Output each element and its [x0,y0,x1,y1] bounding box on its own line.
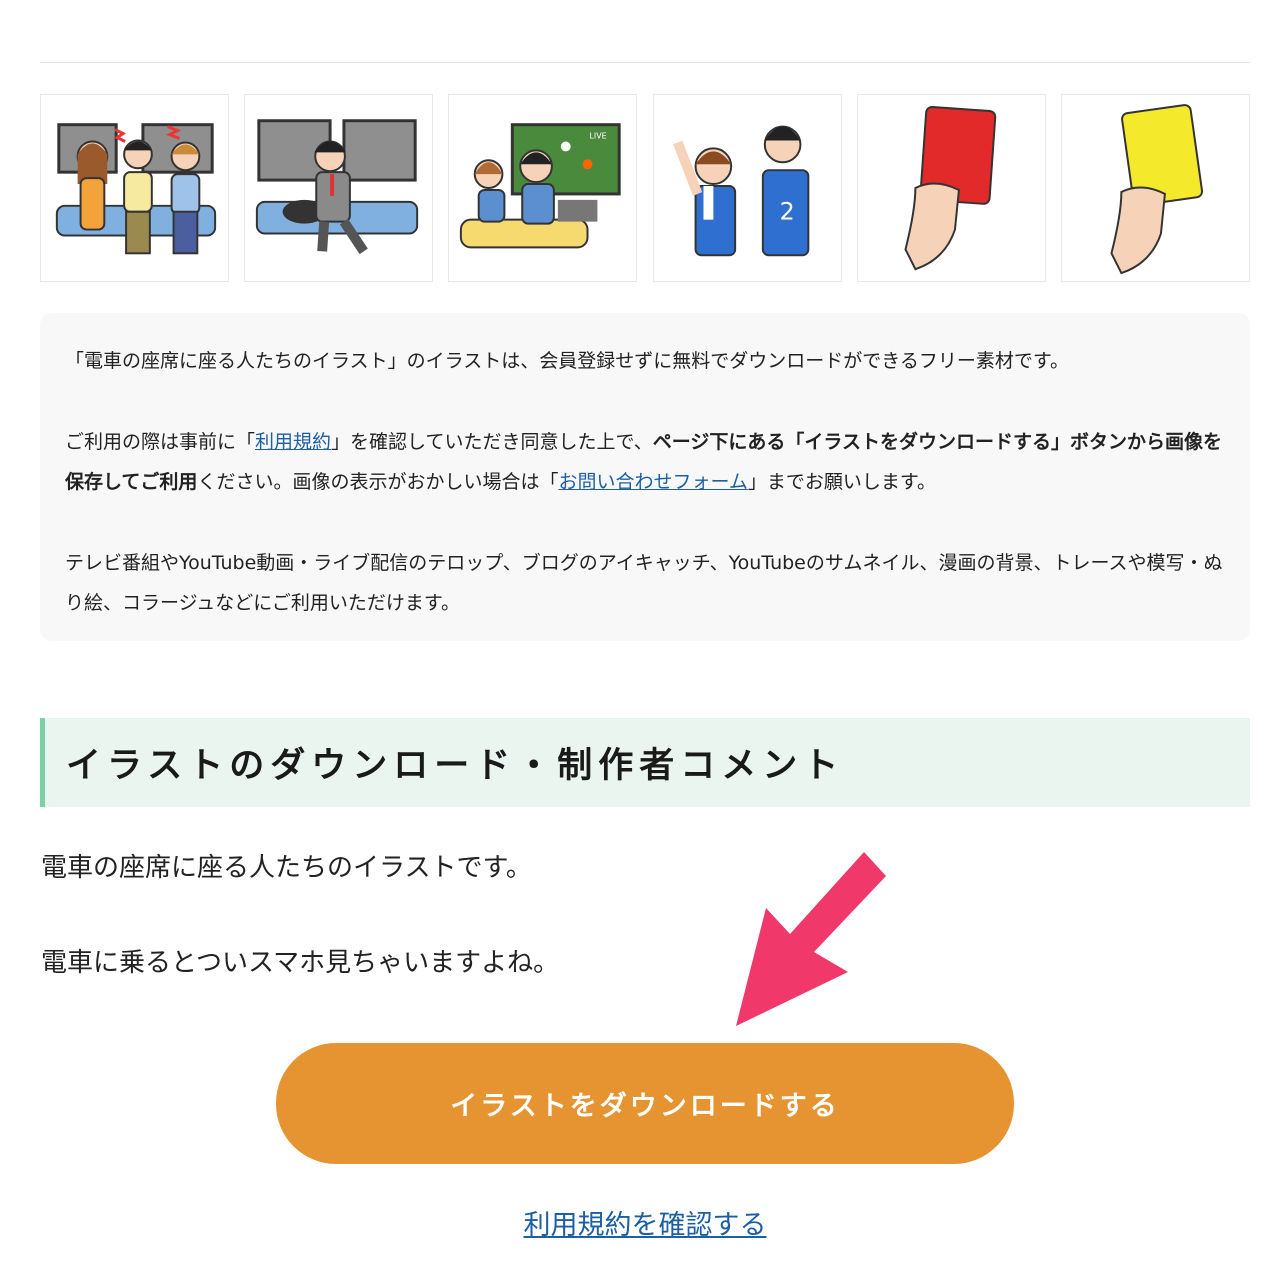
description-paragraph-3: テレビ番組やYouTube動画・ライブ配信のテロップ、ブログのアイキャッチ、Yo… [65,552,1223,614]
check-terms-link[interactable]: 利用規約を確認する [0,1203,1280,1242]
related-illustrations: LIVE 2 [40,94,1250,282]
usage-description-box: 「電車の座席に座る人たちのイラスト」のイラストは、会員登録せずに無料でダウンロー… [40,313,1250,641]
description-text: ください。画像の表示がおかしい場合は「 [197,471,559,493]
thumbnail-watching-soccer[interactable]: LIVE [448,94,638,282]
description-text: 」を確認していただき同意した上で、 [331,431,653,453]
section-heading: イラストのダウンロード・制作者コメント [40,718,1250,807]
section-heading-text: イラストのダウンロード・制作者コメント [66,746,845,786]
terms-inline-link[interactable]: 利用規約 [255,431,331,453]
thumbnail-businessman-sleeping[interactable] [244,94,434,282]
businessman-sleeping-icon [256,119,419,255]
svg-text:2: 2 [779,198,794,226]
watching-soccer-icon: LIVE [460,123,622,249]
thumbnail-yellow-card[interactable] [1060,94,1250,282]
yellow-card-icon [1110,104,1203,275]
thumbnail-red-card[interactable] [856,94,1046,282]
description-paragraph-2: ご利用の際は事前に「利用規約」を確認していただき同意した上で、ページ下にある「イ… [65,422,1226,502]
soccer-fans-icon: 2 [672,125,809,257]
description-text: 」までお願いします。 [747,471,936,493]
download-illustration-button[interactable]: イラストをダウンロードする [276,1043,1014,1164]
train-passengers-icon [55,123,217,255]
contact-form-link[interactable]: お問い合わせフォーム [558,471,747,493]
red-card-icon [904,106,996,271]
description-text: ご利用の際は事前に「 [65,431,256,453]
creator-comment-2: 電車に乗るとついスマホ見ちゃいますよね。 [41,948,560,978]
thumbnail-train-passengers[interactable] [40,94,229,282]
top-divider [40,62,1250,63]
pointer-arrow-icon [736,852,886,1026]
thumbnail-soccer-fans[interactable]: 2 [652,94,842,282]
svg-text:LIVE: LIVE [590,132,607,141]
creator-comment-1: 電車の座席に座る人たちのイラストです。 [41,853,532,883]
description-paragraph-1: 「電車の座席に座る人たちのイラスト」のイラストは、会員登録せずに無料でダウンロー… [65,350,1069,372]
